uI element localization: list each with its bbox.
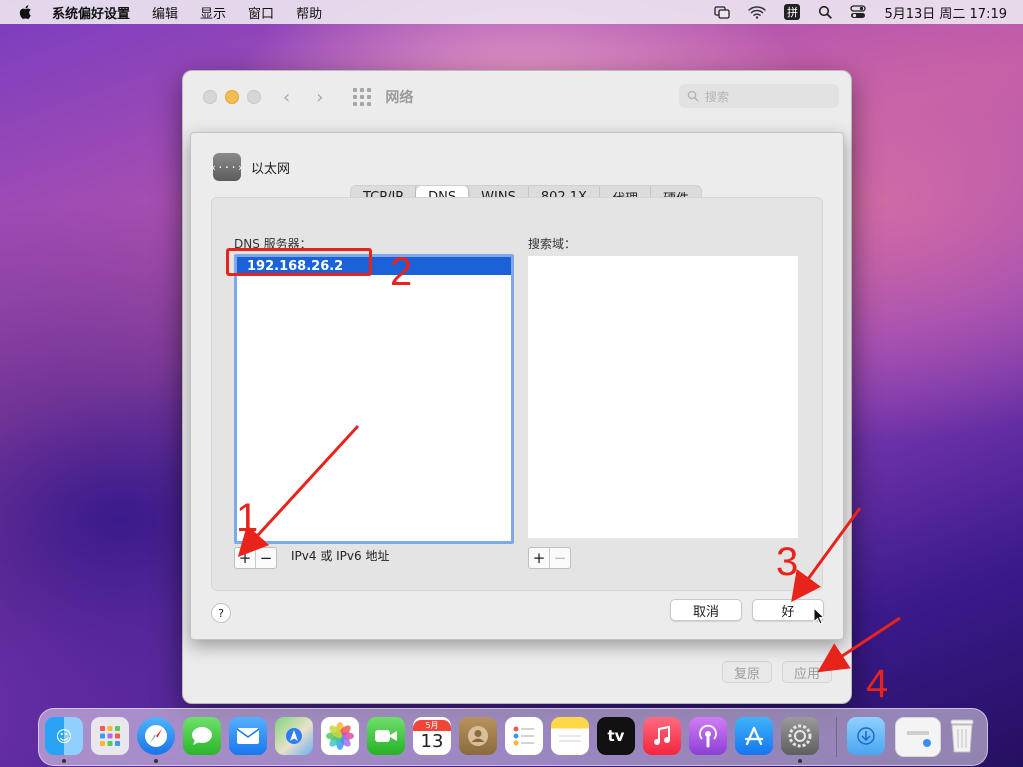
launchpad-icon[interactable] bbox=[91, 717, 129, 755]
apple-tv-icon[interactable]: tv bbox=[597, 717, 635, 755]
trash-icon[interactable] bbox=[943, 717, 981, 755]
annotation-number-1: 1 bbox=[236, 496, 259, 540]
finder-running-dot bbox=[62, 759, 66, 763]
reminders-icon[interactable] bbox=[505, 717, 543, 755]
annotation-number-2: 2 bbox=[390, 250, 413, 294]
annotation-arrow-1 bbox=[237, 424, 360, 558]
finder-icon[interactable]: ☺ bbox=[45, 717, 83, 755]
maps-icon[interactable] bbox=[275, 717, 313, 755]
tv-label: tv bbox=[607, 727, 625, 745]
calendar-month: 5月 bbox=[413, 720, 451, 731]
contacts-icon[interactable] bbox=[459, 717, 497, 755]
app-store-icon[interactable] bbox=[735, 717, 773, 755]
dock-separator bbox=[836, 717, 837, 757]
safari-running-dot bbox=[154, 759, 158, 763]
annotation-arrows bbox=[237, 424, 901, 673]
mouse-cursor-icon bbox=[813, 607, 825, 625]
music-icon[interactable] bbox=[643, 717, 681, 755]
annotation-number-3: 3 bbox=[776, 540, 799, 584]
facetime-icon[interactable] bbox=[367, 717, 405, 755]
photos-icon[interactable] bbox=[321, 717, 359, 755]
documents-stack-icon[interactable] bbox=[895, 717, 941, 757]
system-preferences-running-dot bbox=[798, 759, 802, 763]
annotation-arrow-4 bbox=[817, 616, 901, 673]
calendar-icon[interactable]: 5月 13 bbox=[413, 717, 451, 755]
notes-icon[interactable] bbox=[551, 717, 589, 755]
safari-icon[interactable] bbox=[137, 717, 175, 755]
annotation-number-4: 4 bbox=[866, 662, 889, 706]
messages-icon[interactable] bbox=[183, 717, 221, 755]
podcasts-icon[interactable] bbox=[689, 717, 727, 755]
mail-icon[interactable] bbox=[229, 717, 267, 755]
dock: ☺ 5月 13 tv bbox=[38, 708, 988, 766]
system-preferences-icon[interactable] bbox=[781, 717, 819, 755]
calendar-day: 13 bbox=[420, 731, 444, 752]
annotation-arrow-3 bbox=[791, 507, 862, 603]
downloads-folder-icon[interactable] bbox=[847, 717, 885, 755]
